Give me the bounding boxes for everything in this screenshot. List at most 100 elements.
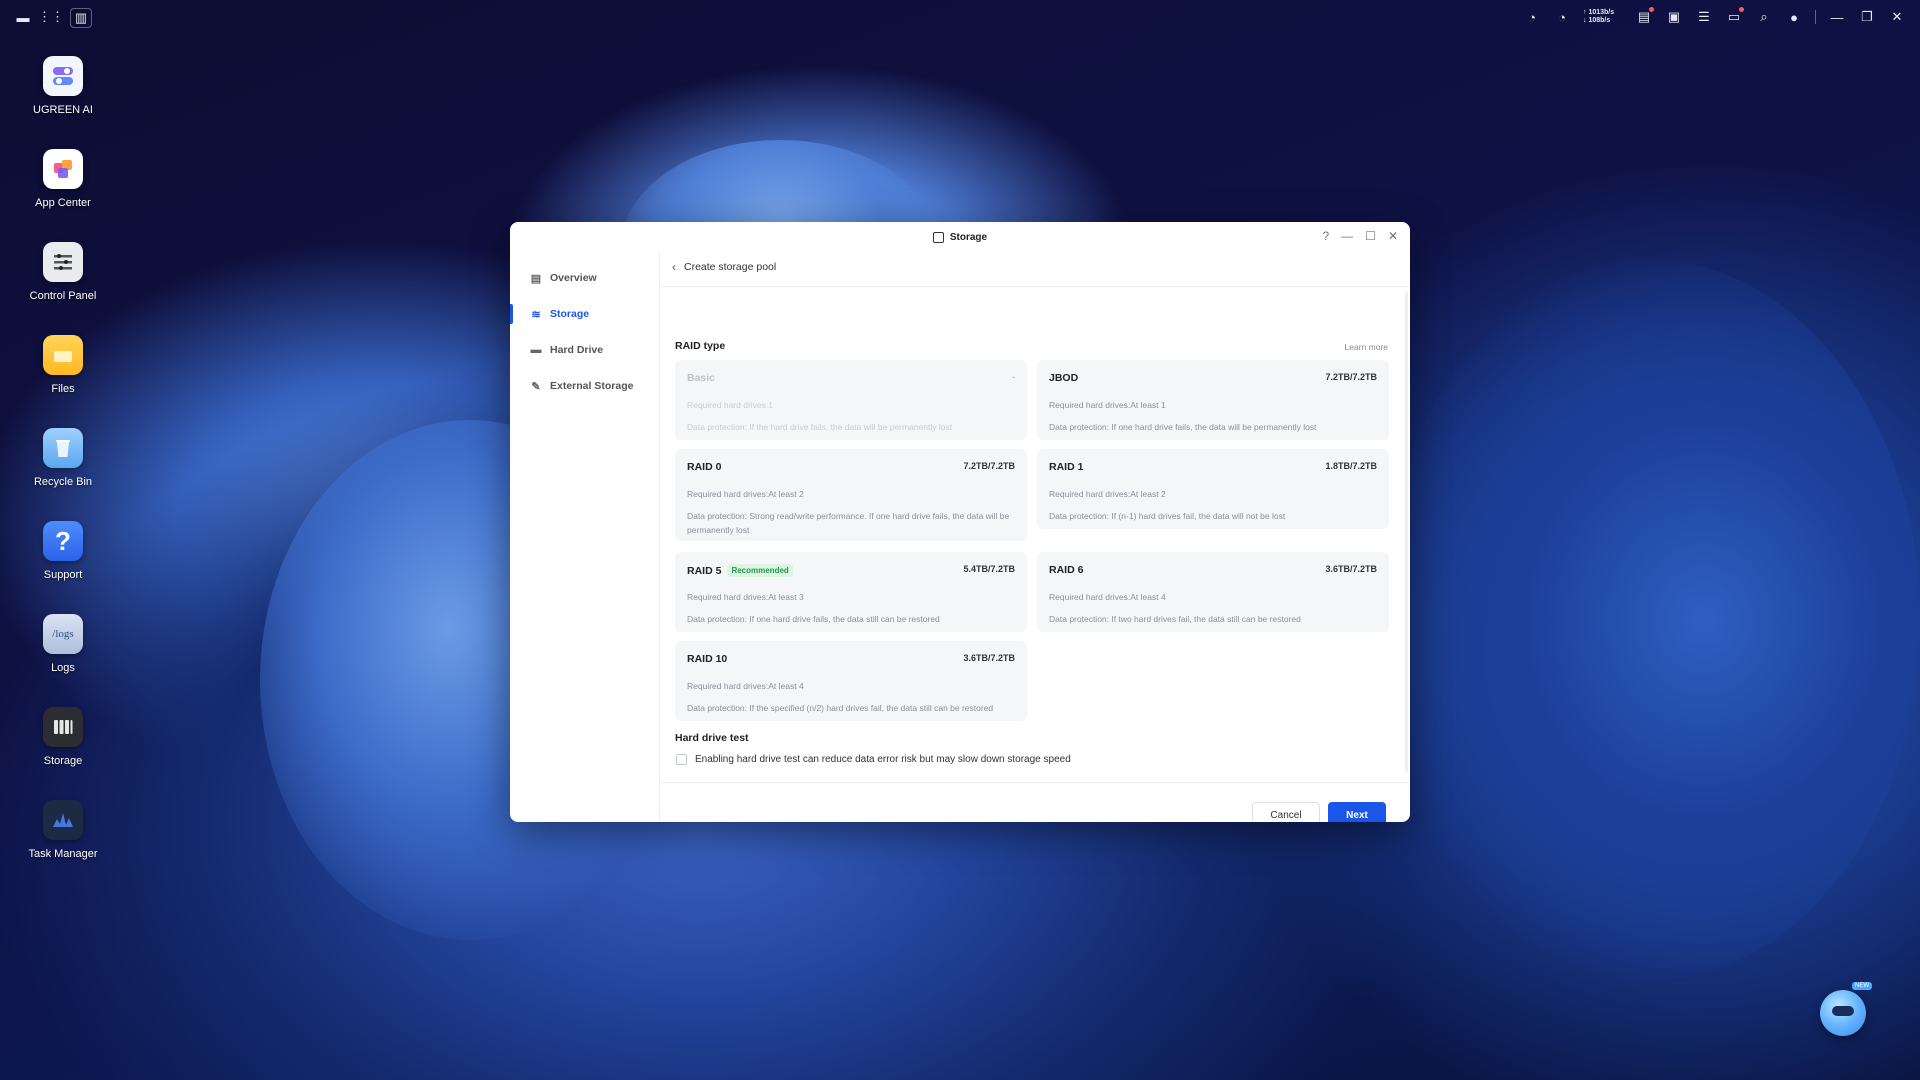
raid-option-basic: Basic - Required hard drives:1 Data prot… xyxy=(675,360,1027,440)
app-grid-icon[interactable]: ⋮⋮ xyxy=(38,8,64,26)
sidebar-item-label: Hard Drive xyxy=(550,344,604,356)
recycle-bin-icon xyxy=(43,428,83,468)
desktop-app-recycle-bin[interactable]: Recycle Bin xyxy=(0,428,126,488)
hard-drive-test-checkbox[interactable] xyxy=(676,754,687,765)
app-label: Recycle Bin xyxy=(33,476,93,488)
minimize-icon[interactable]: — xyxy=(1341,229,1353,243)
scrollbar[interactable] xyxy=(1405,292,1408,772)
sidebar-item-external-storage[interactable]: ✎ External Storage xyxy=(510,372,660,400)
app-label: Control Panel xyxy=(29,290,97,302)
storage-app-icon xyxy=(932,231,944,243)
ai-assistant-button[interactable]: NEW xyxy=(1820,982,1872,1036)
sidebar-item-label: Overview xyxy=(550,272,597,284)
desktop-app-app-center[interactable]: App Center xyxy=(0,149,126,209)
sidebar-item-storage[interactable]: ≋ Storage xyxy=(510,300,660,328)
user-icon[interactable]: ● xyxy=(1785,8,1803,26)
raid-name: RAID 0 xyxy=(687,461,722,473)
raid-option-raid1[interactable]: RAID 1 1.8TB/7.2TB Required hard drives:… xyxy=(1037,449,1389,529)
cancel-button[interactable]: Cancel xyxy=(1252,802,1320,822)
storage-window: Storage ? — ☐ ✕ ▤ Overview ≋ Storage ▬ H… xyxy=(510,222,1410,822)
raid-required-drives: Required hard drives:At least 2 xyxy=(1049,489,1166,499)
raid-protection: Data protection: If one hard drive fails… xyxy=(687,614,940,624)
desktop-app-logs[interactable]: /logs Logs xyxy=(0,614,126,674)
close-icon[interactable]: ✕ xyxy=(1388,229,1398,243)
raid-required-drives: Required hard drives:1 xyxy=(687,400,773,410)
app-label: Storage xyxy=(43,755,83,767)
breadcrumb-title: Create storage pool xyxy=(684,261,777,273)
sidebar-item-label: External Storage xyxy=(550,380,634,392)
net-upload: ↑ 1013b/s xyxy=(1583,9,1615,16)
app-label: Files xyxy=(51,383,75,395)
raid-capacity: 7.2TB/7.2TB xyxy=(963,461,1015,471)
notifications-icon[interactable]: ▤ xyxy=(1635,7,1654,26)
desktop-app-control-panel[interactable]: Control Panel xyxy=(0,242,126,302)
system-top-bar: ▬ ⋮⋮ ▥ ◔ ◔ ↑ 1013b/s ↓ 108b/s ▤ ▣ ☰ ▭ ⌕ … xyxy=(0,0,1920,34)
sidebar-item-label: Storage xyxy=(550,308,590,320)
raid-protection: Data protection: If the hard drive fails… xyxy=(687,422,953,432)
raid-capacity: - xyxy=(1012,372,1015,382)
hard-drive-test-title: Hard drive test xyxy=(675,732,749,744)
hard-drive-icon: ▬ xyxy=(530,344,542,356)
logs-icon-text: /logs xyxy=(52,628,74,640)
sidebar-item-overview[interactable]: ▤ Overview xyxy=(510,264,660,292)
close-icon[interactable]: ✕ xyxy=(1888,8,1906,26)
external-storage-icon: ✎ xyxy=(531,380,541,393)
breadcrumb[interactable]: ‹ Create storage pool xyxy=(672,254,776,280)
network-speed[interactable]: ↑ 1013b/s ↓ 108b/s xyxy=(1583,9,1623,25)
raid-option-raid0[interactable]: RAID 0 7.2TB/7.2TB Required hard drives:… xyxy=(675,449,1027,541)
help-icon[interactable]: ? xyxy=(1322,229,1329,243)
maximize-icon[interactable]: ☐ xyxy=(1365,229,1376,243)
support-icon: ? xyxy=(43,521,83,561)
desktop-app-ugreen-ai[interactable]: UGREEN AI xyxy=(0,56,126,116)
raid-option-jbod[interactable]: JBOD 7.2TB/7.2TB Required hard drives:At… xyxy=(1037,360,1389,440)
files-icon xyxy=(43,335,83,375)
raid-option-raid5[interactable]: RAID 5 Recommended 5.4TB/7.2TB Required … xyxy=(675,552,1027,632)
window-titlebar[interactable]: Storage xyxy=(510,222,1410,252)
app-label: Logs xyxy=(51,662,75,674)
raid-option-raid10[interactable]: RAID 10 3.6TB/7.2TB Required hard drives… xyxy=(675,641,1027,721)
show-desktop-icon[interactable]: ▬ xyxy=(14,8,32,26)
divider xyxy=(660,286,1410,287)
desktop-app-storage[interactable]: Storage xyxy=(0,707,126,767)
raid-capacity: 3.6TB/7.2TB xyxy=(1325,564,1377,574)
back-chevron-icon[interactable]: ‹ xyxy=(672,260,676,274)
main-content: ‹ Create storage pool RAID type Learn mo… xyxy=(660,252,1410,822)
raid-protection: Data protection: If the specified (n/2) … xyxy=(687,703,994,713)
ram-gauge-icon[interactable]: ◔ xyxy=(1553,8,1571,26)
tasks-icon[interactable]: ☰ xyxy=(1695,8,1713,26)
raid-type-title: RAID type xyxy=(675,340,726,352)
search-icon[interactable]: ⌕ xyxy=(1755,8,1773,26)
overview-icon: ▤ xyxy=(530,272,542,285)
new-badge: NEW xyxy=(1852,982,1872,990)
sidebar-item-hard-drive[interactable]: ▬ Hard Drive xyxy=(510,336,660,364)
raid-capacity: 1.8TB/7.2TB xyxy=(1325,461,1377,471)
raid-required-drives: Required hard drives:At least 4 xyxy=(1049,592,1166,602)
raid-name: RAID 1 xyxy=(1049,461,1084,473)
ugreen-ai-icon xyxy=(43,56,83,96)
raid-name: RAID 10 xyxy=(687,653,728,665)
minimize-all-icon[interactable]: — xyxy=(1828,8,1846,26)
next-button[interactable]: Next xyxy=(1328,802,1386,822)
hard-drive-test-option[interactable]: Enabling hard drive test can reduce data… xyxy=(676,754,1071,765)
desktop-app-task-manager[interactable]: Task Manager xyxy=(0,800,126,860)
raid-required-drives: Required hard drives:At least 1 xyxy=(1049,400,1166,410)
messages-icon[interactable]: ▣ xyxy=(1665,8,1683,26)
storage-icon xyxy=(43,707,83,747)
assistant-face-icon xyxy=(1832,1006,1854,1016)
raid-option-raid6[interactable]: RAID 6 3.6TB/7.2TB Required hard drives:… xyxy=(1037,552,1389,632)
restore-icon[interactable]: ❐ xyxy=(1858,8,1876,26)
raid-name: RAID 6 xyxy=(1049,564,1084,576)
logs-icon: /logs xyxy=(43,614,83,654)
net-download: ↓ 108b/s xyxy=(1583,17,1611,24)
raid-required-drives: Required hard drives:At least 3 xyxy=(687,592,804,602)
storage-taskbar-icon[interactable]: ▥ xyxy=(70,8,92,28)
desktop-app-support[interactable]: ? Support xyxy=(0,521,126,581)
app-center-icon xyxy=(43,149,83,189)
cpu-gauge-icon[interactable]: ◔ xyxy=(1523,8,1541,26)
chat-icon[interactable]: ▭ xyxy=(1725,7,1744,26)
raid-protection: Data protection: If one hard drive fails… xyxy=(1049,422,1317,432)
learn-more-link[interactable]: Learn more xyxy=(1345,342,1388,352)
desktop-app-files[interactable]: Files xyxy=(0,335,126,395)
recommended-badge: Recommended xyxy=(727,564,793,577)
hard-drive-test-label: Enabling hard drive test can reduce data… xyxy=(695,754,1071,765)
